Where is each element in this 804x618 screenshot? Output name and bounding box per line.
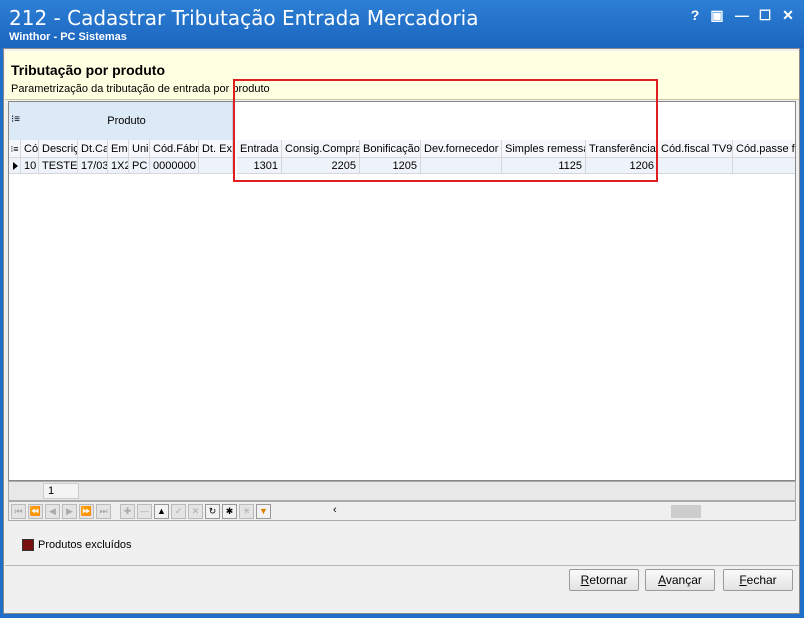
avancar-label: vançar — [665, 573, 702, 587]
col-header[interactable]: Descriç — [39, 140, 78, 158]
col-header[interactable]: Cód — [21, 140, 39, 158]
column-chooser-icon[interactable]: ⁝≡ — [9, 140, 21, 158]
navigator-bar: ⏮ ⏪ ◀ ▶ ⏩ ⏭ ✚ — ▲ ✓ ✕ ↻ ✱ ✳ ▼ ‹ — [8, 501, 796, 521]
next-page-icon[interactable]: ⏩ — [79, 504, 94, 519]
table-cell[interactable] — [199, 158, 233, 174]
table-cell[interactable]: 0000000 — [150, 158, 199, 174]
post-icon[interactable]: ✓ — [171, 504, 186, 519]
last-page-icon[interactable]: ⏭ — [96, 504, 111, 519]
avancar-accel: A — [658, 573, 666, 587]
insert-icon[interactable]: ✚ — [120, 504, 135, 519]
row-pointer-icon — [13, 162, 18, 170]
legend: Produtos excluídos — [22, 539, 132, 552]
col-header-cod-fiscal[interactable]: Cód.fiscal TV9 — [658, 140, 733, 158]
table-cell-cod-passe[interactable] — [733, 158, 795, 174]
window-title: 212 - Cadastrar Tributação Entrada Merca… — [9, 6, 479, 30]
horizontal-scrollbar[interactable]: ‹ — [329, 504, 794, 519]
col-header[interactable]: Dt.Ca — [78, 140, 108, 158]
refresh-icon[interactable]: ↻ — [205, 504, 220, 519]
first-page-icon[interactable]: ⏮ — [11, 504, 26, 519]
grid-footer: 1 — [8, 481, 796, 501]
avancar-button[interactable]: Avançar — [645, 569, 715, 591]
table-cell-cod-fiscal[interactable] — [658, 158, 733, 174]
legend-label: Produtos excluídos — [38, 539, 132, 551]
minimize-icon[interactable]: — — [733, 6, 751, 24]
retornar-accel: R — [580, 573, 590, 587]
help-icon[interactable]: ? — [686, 6, 704, 24]
retornar-label: etornar — [589, 573, 628, 587]
fechar-accel: F — [739, 573, 747, 587]
column-menu-icon[interactable]: ⁝≡ — [11, 114, 20, 125]
band-corner: ⁝≡ — [9, 102, 21, 140]
cancel-icon[interactable]: ✕ — [188, 504, 203, 519]
edit-icon[interactable]: ▲ — [154, 504, 169, 519]
col-header[interactable]: Uni — [129, 140, 150, 158]
restore-icon[interactable]: ▣ — [708, 6, 726, 24]
close-icon[interactable]: ✕ — [779, 6, 797, 24]
col-header[interactable]: Dt. Ex — [199, 140, 233, 158]
legend-swatch — [22, 539, 34, 552]
next-record-icon[interactable]: ▶ — [62, 504, 77, 519]
button-bar: Retornar Avançar Fechar — [5, 565, 799, 613]
bookmark-icon[interactable]: ✱ — [222, 504, 237, 519]
page-description: Parametrização da tributação de entrada … — [11, 83, 270, 95]
app-window: 212 - Cadastrar Tributação Entrada Merca… — [0, 0, 804, 618]
table-cell[interactable]: 17/03 — [78, 158, 108, 174]
filter-icon[interactable]: ▼ — [256, 504, 271, 519]
retornar-button[interactable]: Retornar — [569, 569, 639, 591]
goto-bookmark-icon[interactable]: ✳ — [239, 504, 254, 519]
row-indicator[interactable] — [9, 158, 21, 174]
col-header[interactable]: Eml — [108, 140, 129, 158]
prev-record-icon[interactable]: ◀ — [45, 504, 60, 519]
maximize-icon[interactable]: ☐ — [756, 6, 774, 24]
col-header[interactable]: Cód.Fábr — [150, 140, 199, 158]
table-cell[interactable]: 10 — [21, 158, 39, 174]
band-produto: Produto — [21, 102, 233, 140]
fechar-label: echar — [746, 573, 777, 587]
scroll-left-icon[interactable]: ‹ — [333, 504, 337, 516]
col-header-cod-passe[interactable]: Cód.passe fi — [733, 140, 795, 158]
table-cell[interactable]: TESTES — [39, 158, 78, 174]
delete-icon[interactable]: — — [137, 504, 152, 519]
table-cell[interactable]: 1X2 — [108, 158, 129, 174]
prev-page-icon[interactable]: ⏪ — [28, 504, 43, 519]
table-cell[interactable]: PC — [129, 158, 150, 174]
record-count: 1 — [43, 483, 79, 499]
fechar-button[interactable]: Fechar — [723, 569, 793, 591]
highlight-box — [233, 79, 658, 182]
title-bar[interactable]: 212 - Cadastrar Tributação Entrada Merca… — [0, 0, 804, 48]
scroll-thumb[interactable] — [671, 505, 701, 518]
page-title: Tributação por produto — [11, 62, 165, 78]
window-subtitle: Winthor - PC Sistemas — [9, 31, 127, 43]
